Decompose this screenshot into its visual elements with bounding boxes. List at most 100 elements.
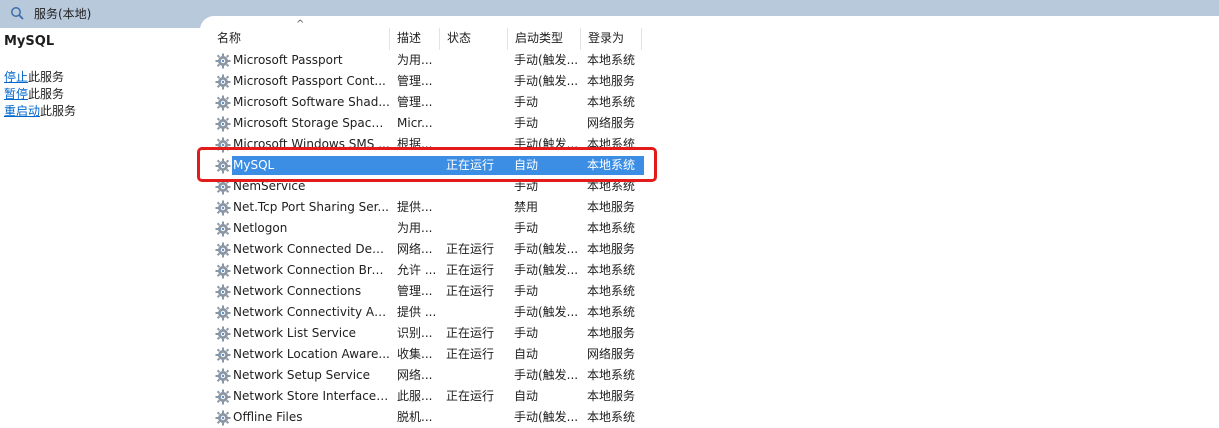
column-header-description[interactable]: 描述 <box>390 28 440 50</box>
service-description-cell: Micr... <box>397 116 433 130</box>
service-startup-type-cell: 禁用 <box>514 200 539 214</box>
service-row[interactable]: Microsoft Software Shad... 管理... 手动 本地系统 <box>212 92 644 113</box>
service-gear-icon <box>215 95 231 111</box>
service-name-cell: Network Connection Bro... <box>233 263 390 277</box>
service-row[interactable]: Microsoft Storage Space... Micr... 手动 网络服务 <box>212 113 644 134</box>
service-row[interactable]: Network Connected Devi... 网络... 正在运行 手动(触发.… <box>212 239 644 260</box>
service-row[interactable]: Netlogon 为用... 手动 本地系统 <box>212 218 644 239</box>
service-startup-type-cell: 手动 <box>514 221 539 235</box>
service-name-cell: Network Store Interface ... <box>233 389 390 403</box>
service-logon-cell: 本地系统 <box>587 263 636 277</box>
sort-ascending-icon: ^ <box>296 19 305 30</box>
service-gear-icon <box>215 368 231 384</box>
service-gear-icon <box>215 347 231 363</box>
service-gear-icon <box>215 200 231 216</box>
service-startup-type-cell: 手动(触发... <box>514 410 579 424</box>
service-startup-type-cell: 手动 <box>514 284 539 298</box>
service-description-cell: 提供 ... <box>397 305 437 319</box>
service-startup-type-cell: 手动 <box>514 116 539 130</box>
service-row[interactable]: Net.Tcp Port Sharing Ser... 提供... 禁用 本地服务 <box>212 197 644 218</box>
service-gear-icon <box>215 263 231 279</box>
service-description-cell: 管理... <box>397 284 433 298</box>
service-name-cell: Microsoft Passport <box>233 53 343 67</box>
service-row[interactable]: Network Location Aware... 收集... 正在运行 自动 网络服务 <box>212 344 644 365</box>
service-row[interactable]: Microsoft Passport Cont... 管理... 手动(触发... 本… <box>212 71 644 92</box>
service-logon-cell: 本地系统 <box>587 305 636 319</box>
service-startup-type-cell: 自动 <box>514 347 539 361</box>
service-description-cell: 识别... <box>397 326 433 340</box>
service-startup-type-cell: 手动(触发... <box>514 305 579 319</box>
pause-service-link[interactable]: 暂停 <box>4 87 28 101</box>
service-logon-cell: 网络服务 <box>587 347 636 361</box>
service-name-cell: Network Setup Service <box>233 368 371 382</box>
service-logon-cell: 本地系统 <box>587 95 636 109</box>
service-details-panel: MySQL 停止此服务 暂停此服务 重启动此服务 <box>0 28 200 420</box>
restart-service-link[interactable]: 重启动 <box>4 104 40 118</box>
selected-service-name: MySQL <box>4 34 55 49</box>
service-name-cell: Offline Files <box>233 410 303 424</box>
service-startup-type-cell: 手动(触发... <box>514 242 579 256</box>
service-row[interactable]: Network Setup Service 网络... 手动(触发... 本地系统 <box>212 365 644 386</box>
service-description-cell: 为用... <box>397 221 433 235</box>
service-logon-cell: 本地系统 <box>587 368 636 382</box>
column-header-startup-type[interactable]: 启动类型 <box>508 28 581 50</box>
service-row[interactable]: Network List Service 识别... 正在运行 手动 本地服务 <box>212 323 644 344</box>
service-gear-icon <box>215 242 231 258</box>
service-logon-cell: 本地系统 <box>587 221 636 235</box>
service-startup-type-cell: 手动 <box>514 326 539 340</box>
service-description-cell: 管理... <box>397 95 433 109</box>
column-header-name[interactable]: 名称 <box>210 28 390 50</box>
service-logon-cell: 本地服务 <box>587 200 636 214</box>
service-row[interactable]: Network Store Interface ... 此服... 正在运行 自动 本地… <box>212 386 644 407</box>
service-row[interactable]: Network Connectivity Ass... 提供 ... 手动(触发..… <box>212 302 644 323</box>
service-gear-icon <box>215 221 231 237</box>
service-description-cell: 允许 ... <box>397 263 437 277</box>
column-header: 名称 描述 状态 启动类型 登录为 <box>210 28 642 50</box>
service-description-cell: 管理... <box>397 74 433 88</box>
service-gear-icon <box>215 305 231 321</box>
service-startup-type-cell: 手动(触发... <box>514 74 579 88</box>
services-table: Microsoft Passport 为用... 手动(触发... 本地系统 Micro… <box>212 50 644 428</box>
service-logon-cell: 本地系统 <box>587 410 636 424</box>
service-name-cell: Network Connected Devi... <box>233 242 390 256</box>
column-header-log-on-as[interactable]: 登录为 <box>581 28 642 50</box>
service-row[interactable]: Offline Files 脱机... 手动(触发... 本地系统 <box>212 407 644 428</box>
stop-service-link[interactable]: 停止 <box>4 70 28 84</box>
service-description-cell: 脱机... <box>397 410 433 424</box>
service-gear-icon <box>215 389 231 405</box>
service-name-cell: Net.Tcp Port Sharing Ser... <box>233 200 389 214</box>
pause-action: 暂停此服务 <box>4 87 65 101</box>
stop-action: 停止此服务 <box>4 70 65 84</box>
service-status-cell: 正在运行 <box>446 263 495 277</box>
service-description-cell: 提供... <box>397 200 433 214</box>
restart-action: 重启动此服务 <box>4 104 77 118</box>
service-gear-icon <box>215 284 231 300</box>
service-actions: 停止此服务 暂停此服务 重启动此服务 <box>4 69 76 120</box>
service-logon-cell: 本地服务 <box>587 74 636 88</box>
service-startup-type-cell: 手动(触发... <box>514 368 579 382</box>
service-status-cell: 正在运行 <box>446 284 495 298</box>
service-logon-cell: 本地服务 <box>587 326 636 340</box>
service-logon-cell: 本地系统 <box>587 284 636 298</box>
service-name-cell: Microsoft Storage Space... <box>233 116 390 130</box>
service-gear-icon <box>215 410 231 426</box>
service-name-cell: Microsoft Passport Cont... <box>233 74 386 88</box>
service-row[interactable]: Network Connection Bro... 允许 ... 正在运行 手动(触发… <box>212 260 644 281</box>
service-name-cell: Network List Service <box>233 326 357 340</box>
service-row[interactable]: Network Connections 管理... 正在运行 手动 本地系统 <box>212 281 644 302</box>
service-name-cell: Netlogon <box>233 221 288 235</box>
service-startup-type-cell: 自动 <box>514 389 539 403</box>
service-status-cell: 正在运行 <box>446 347 495 361</box>
service-logon-cell: 本地服务 <box>587 389 636 403</box>
service-description-cell: 网络... <box>397 242 433 256</box>
service-description-cell: 网络... <box>397 368 433 382</box>
service-logon-cell: 网络服务 <box>587 116 636 130</box>
service-row[interactable]: Microsoft Passport 为用... 手动(触发... 本地系统 <box>212 50 644 71</box>
service-name-cell: Network Connections <box>233 284 362 298</box>
service-name-cell: Network Connectivity Ass... <box>233 305 390 319</box>
service-status-cell: 正在运行 <box>446 389 495 403</box>
service-gear-icon <box>215 116 231 132</box>
column-header-status[interactable]: 状态 <box>440 28 508 50</box>
service-description-cell: 此服... <box>397 389 433 403</box>
service-gear-icon <box>215 53 231 69</box>
